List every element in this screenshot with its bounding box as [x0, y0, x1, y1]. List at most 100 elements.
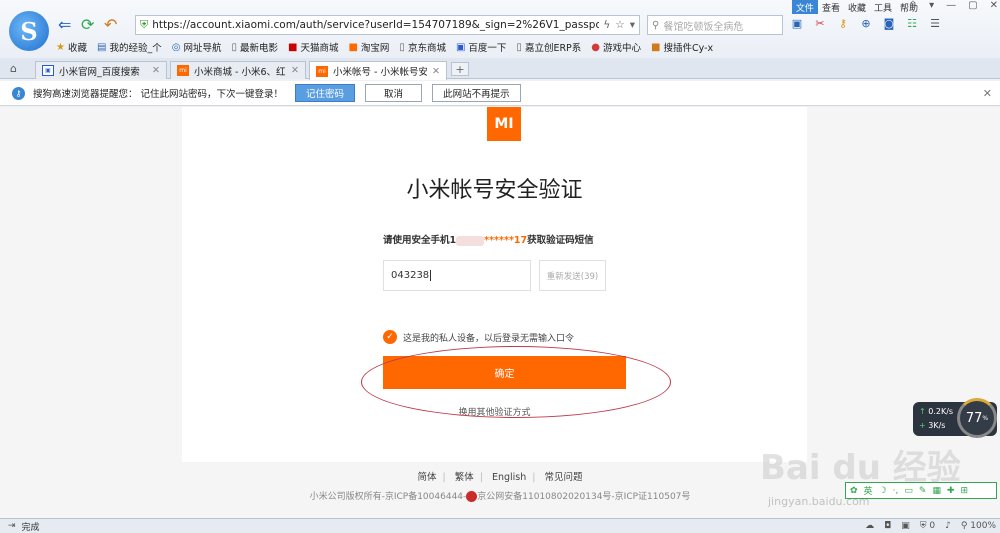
bookmark-item[interactable]: ▣ 百度一下	[455, 40, 506, 55]
remember-password-button[interactable]: 记住密码	[295, 84, 356, 102]
bookmark-item[interactable]: ■ 搜插件Cy-x	[651, 40, 713, 55]
new-tab-button[interactable]: +	[451, 62, 469, 76]
lang-english[interactable]: English	[492, 472, 526, 483]
search-icon: ⚲	[652, 19, 660, 31]
menu-view[interactable]: 查看	[818, 0, 844, 14]
bookmark-item[interactable]: ■ 淘宝网	[348, 40, 389, 55]
restore-icon[interactable]: ▾	[929, 0, 934, 11]
secure-shield-icon: ⛨	[140, 18, 149, 31]
sidebar-toggle-icon[interactable]: ⇥	[8, 521, 16, 531]
skin-icon[interactable]: ⇧	[909, 0, 917, 11]
key-icon[interactable]: ⚷	[836, 17, 850, 30]
close-tab-icon[interactable]: ✕	[432, 66, 440, 77]
baidu-icon: ▣	[455, 41, 466, 53]
page-icon: ▯	[516, 41, 522, 53]
security-icon[interactable]: ◙	[882, 17, 896, 30]
bookmark-item[interactable]: ▯ 京东商城	[399, 40, 446, 55]
window-controls: ⇧ ▾ — ▢ ✕	[909, 0, 998, 11]
skin-icon: ✎	[918, 485, 927, 496]
tab-baidu-search[interactable]: ▣ 小米官网_百度搜索 ✕	[35, 61, 167, 79]
translate-icon[interactable]: ▣	[790, 17, 804, 30]
close-bar-icon[interactable]: ✕	[983, 87, 992, 100]
bookmark-item[interactable]: ▤ 我的经验_个	[97, 40, 162, 55]
faq-link[interactable]: 常见问题	[545, 472, 583, 483]
speaker-icon[interactable]: ♪	[945, 521, 951, 531]
memory-gauge: 77%	[957, 398, 997, 438]
lang-simplified[interactable]: 简体	[417, 472, 436, 483]
lang-traditional[interactable]: 繁体	[455, 472, 474, 483]
toolbar-icons: ▣ ✂ ⚷ ⊕ ◙ ☷ ☰	[790, 17, 942, 30]
close-tab-icon[interactable]: ✕	[152, 65, 160, 76]
shirt-icon: ✚	[946, 485, 955, 496]
moon-icon: ☽	[878, 485, 887, 496]
undo-icon[interactable]: ↶	[104, 15, 117, 34]
menu-icon[interactable]: ☰	[928, 17, 942, 30]
pic-icon[interactable]: ▣	[901, 521, 910, 531]
minimize-icon[interactable]: —	[946, 0, 956, 11]
page-title: 小米帐号安全验证	[406, 178, 583, 203]
page-icon: ▯	[231, 41, 237, 53]
close-tab-icon[interactable]: ✕	[291, 65, 299, 76]
upload-speed: ↑ 0.2K/s	[919, 407, 954, 416]
refresh-icon[interactable]: ⟳	[81, 15, 94, 34]
tools-icon: ⊞	[960, 485, 969, 496]
zoom-level[interactable]: ⚲ 100%	[961, 521, 996, 531]
mi-logo: MI	[487, 107, 521, 141]
tab-mi-account[interactable]: mi 小米帐号 - 小米帐号安全 ✕	[309, 61, 447, 80]
plugin-icon[interactable]: ⊕	[859, 17, 873, 30]
highlight-ellipse	[361, 346, 671, 418]
sogou-logo[interactable]: S	[9, 11, 49, 51]
game-icon: ●	[591, 41, 601, 53]
grid-icon: ▦	[932, 485, 941, 496]
favorite-star-icon[interactable]: ☆	[615, 19, 624, 31]
lightning-icon[interactable]: ϟ	[603, 19, 610, 31]
masked-digits	[456, 235, 485, 246]
browser-window: S ⇐ ⟳ ↶ ⛨ https://account.xiaomi.com/aut…	[0, 0, 1000, 533]
status-bar: ⇥ 完成 ☁ ◘ ▣ ⛨ 0 ♪ ⚲ 100%	[0, 518, 1000, 533]
back-icon[interactable]: ⇐	[58, 15, 71, 34]
resend-button[interactable]: 重新发送(39)	[539, 260, 606, 291]
paw-icon: ✿	[850, 485, 858, 496]
never-remind-button[interactable]: 此网站不再提示	[432, 84, 521, 102]
key-info-icon: ⚷	[12, 86, 25, 100]
bookmark-item[interactable]: ▯ 嘉立创ERP系	[516, 40, 581, 55]
menu-tools[interactable]: 工具	[870, 0, 896, 14]
password-prompt-text: 搜狗高速浏览器提醒您： 记住此网站密码，下次一键登录！	[33, 89, 284, 100]
menu-favorites[interactable]: 收藏	[844, 0, 870, 14]
search-placeholder: 餐馆吃顿饭全病危	[663, 21, 744, 33]
wifi-icon[interactable]: ☷	[905, 17, 919, 30]
bookmark-item[interactable]: ■ 天猫商城	[287, 40, 338, 55]
network-speed-widget[interactable]: ↑ 0.2K/s + 3K/s 77%	[913, 398, 997, 438]
bookmark-item[interactable]: ◎ 网址导航	[172, 40, 222, 55]
police-badge-icon	[466, 491, 478, 502]
close-window-icon[interactable]: ✕	[990, 0, 998, 11]
maximize-icon[interactable]: ▢	[968, 0, 977, 11]
camera-icon[interactable]: ◘	[884, 521, 891, 531]
bookmark-item[interactable]: ● 游戏中心	[591, 40, 641, 55]
tmall-icon: ■	[287, 41, 298, 53]
address-bar[interactable]: ⛨ https://account.xiaomi.com/auth/servic…	[135, 15, 640, 35]
verification-code-input[interactable]: 043238	[383, 260, 531, 291]
dropdown-icon[interactable]: ▾	[630, 19, 635, 31]
home-icon[interactable]: ⌂	[10, 62, 17, 75]
status-text: 完成	[21, 522, 40, 533]
page-icon: ▯	[399, 41, 405, 53]
plugin-icon: ■	[651, 41, 661, 53]
tab-mi-store[interactable]: mi 小米商城 - 小米6、红米 ✕	[170, 61, 306, 79]
top-menu: 文件 查看 收藏 工具 帮助	[791, 0, 922, 14]
adblock-counter[interactable]: ⛨ 0	[920, 521, 935, 531]
bookmarks-bar: ★ 收藏 ▤ 我的经验_个 ◎ 网址导航 ▯ 最新电影 ■ 天猫商城 ■ 淘宝网 ▯ 京东商城…	[56, 40, 713, 55]
mi-favicon: mi	[316, 65, 328, 77]
cloud-icon[interactable]: ☁	[865, 521, 874, 531]
screenshot-icon[interactable]: ✂	[813, 17, 827, 30]
keyboard-icon: ▭	[904, 485, 913, 496]
bookmark-item[interactable]: ▯ 最新电影	[231, 40, 278, 55]
menu-file[interactable]: 文件	[791, 0, 818, 14]
search-box[interactable]: ⚲ 餐馆吃顿饭全病危	[647, 15, 783, 35]
mi-favicon: mi	[177, 65, 189, 76]
ime-toolbar[interactable]: ✿ 英 ☽ ·, ▭ ✎ ▦ ✚ ⊞	[845, 482, 997, 499]
download-speed: + 3K/s	[919, 421, 946, 430]
private-device-checkbox[interactable]: ✓	[383, 330, 397, 344]
bookmark-item[interactable]: ★ 收藏	[56, 40, 87, 55]
cancel-button[interactable]: 取消	[365, 84, 423, 102]
